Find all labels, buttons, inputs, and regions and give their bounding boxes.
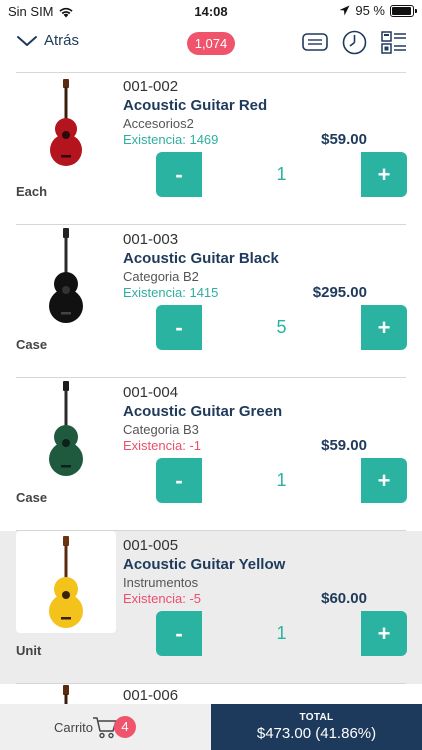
total-label: TOTAL (299, 712, 334, 723)
product-code: 001-004 (123, 384, 179, 401)
unit-label: Unit (16, 643, 42, 658)
product-price: $59.00 (321, 437, 367, 454)
chevron-down-icon (17, 35, 37, 46)
cart-count-badge: 4 (114, 716, 136, 738)
product-image (16, 378, 116, 480)
nav-bar: Atrás 1,074 (0, 22, 422, 72)
quantity-value[interactable]: 1 (202, 611, 361, 656)
unit-label: Case (16, 490, 48, 505)
decrement-button[interactable]: - (156, 152, 202, 197)
product-price: $59.00 (321, 131, 367, 148)
cart-label: Carrito (54, 720, 94, 735)
product-price: $295.00 (312, 284, 367, 301)
product-name: Acoustic Guitar Red (123, 97, 268, 114)
battery-fill (392, 6, 411, 15)
guitar-image (50, 79, 82, 166)
total-value: $473.00 (41.86%) (256, 725, 377, 742)
battery-percent: 95 % (355, 3, 385, 18)
product-category: Categoria B2 (123, 269, 199, 284)
product-price: $60.00 (321, 590, 367, 607)
increment-button[interactable]: + (361, 611, 407, 656)
product-code: 001-005 (123, 537, 179, 554)
list-view-icon[interactable] (381, 31, 407, 55)
product-row[interactable]: Unit 001-005 Acoustic Guitar Yellow Inst… (0, 531, 422, 684)
increment-button[interactable]: + (361, 152, 407, 197)
unit-label: Case (16, 337, 48, 352)
product-category: Categoria B3 (123, 422, 199, 437)
product-code: 001-002 (123, 78, 179, 95)
product-row[interactable]: Case 001-003 Acoustic Guitar Black Categ… (0, 225, 422, 378)
increment-button[interactable]: + (361, 305, 407, 350)
stock-label: Existencia: 1415 (123, 285, 219, 300)
product-category: Accesorios2 (123, 116, 194, 131)
product-row[interactable]: Case 001-004 Acoustic Guitar Green Categ… (0, 378, 422, 531)
product-row[interactable]: Each 001-002 Acoustic Guitar Red Accesor… (0, 72, 422, 225)
product-category: Instrumentos (123, 575, 199, 590)
status-right: 95 % (339, 3, 417, 18)
product-code: 001-003 (123, 231, 179, 248)
product-image (16, 225, 116, 327)
stock-label: Existencia: -1 (123, 438, 202, 453)
quantity-value[interactable]: 1 (202, 458, 361, 503)
footer-bar: Carrito 4 TOTAL $473.00 (41.86%) (0, 704, 422, 750)
guitar-image (49, 536, 83, 628)
location-arrow-icon (339, 5, 350, 16)
product-list[interactable]: Each 001-002 Acoustic Guitar Red Accesor… (0, 72, 422, 704)
product-row-partial[interactable]: 001-006 (0, 684, 422, 704)
product-name: Acoustic Guitar Green (123, 403, 283, 420)
barcode-icon[interactable] (302, 33, 328, 51)
item-count-badge: 1,074 (187, 32, 235, 55)
product-image (16, 531, 116, 633)
decrement-button[interactable]: - (156, 305, 202, 350)
decrement-button[interactable]: - (156, 458, 202, 503)
guitar-image (63, 685, 69, 704)
status-bar: Sin SIM 14:08 95 % (0, 0, 422, 22)
guitar-image (49, 381, 83, 476)
product-image (16, 72, 116, 174)
clock-icon[interactable] (342, 30, 367, 55)
stock-label: Existencia: 1469 (123, 132, 219, 147)
product-name: Acoustic Guitar Yellow (123, 556, 286, 573)
stock-label: Existencia: -5 (123, 591, 202, 606)
unit-label: Each (16, 184, 48, 199)
quantity-value[interactable]: 5 (202, 305, 361, 350)
battery-icon (390, 4, 417, 17)
product-code: 001-006 (123, 687, 179, 704)
increment-button[interactable]: + (361, 458, 407, 503)
quantity-value[interactable]: 1 (202, 152, 361, 197)
decrement-button[interactable]: - (156, 611, 202, 656)
product-name: Acoustic Guitar Black (123, 250, 279, 267)
cart-button[interactable]: Carrito 4 (0, 704, 211, 750)
guitar-image (49, 228, 83, 323)
total-button[interactable]: TOTAL $473.00 (41.86%) (211, 704, 422, 750)
back-button[interactable]: Atrás (16, 32, 79, 49)
back-label: Atrás (44, 32, 80, 49)
